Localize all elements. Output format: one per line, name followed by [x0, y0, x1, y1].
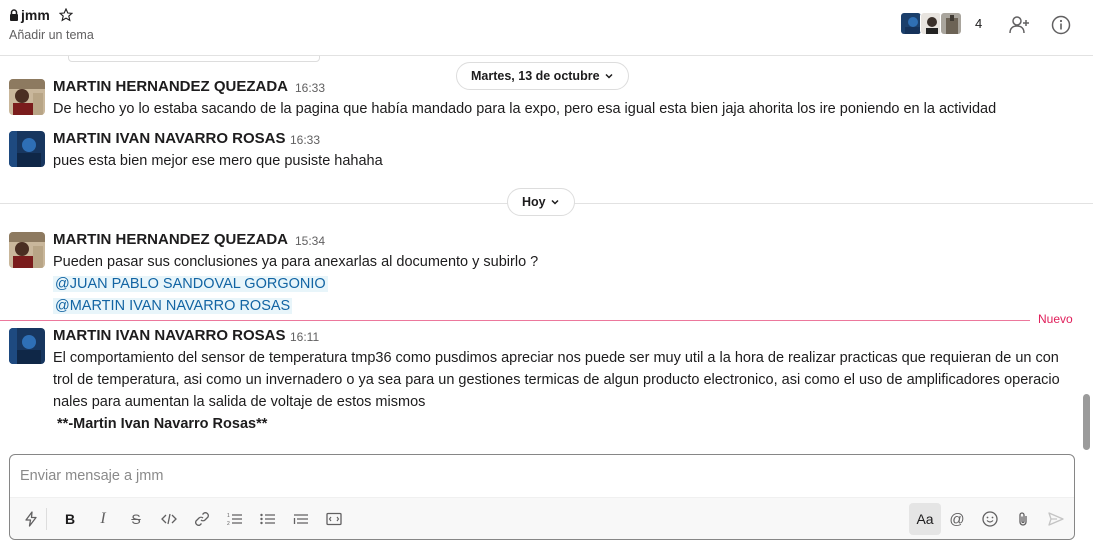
channel-header: jmm Añadir un tema 4	[0, 0, 1093, 56]
paperclip-icon[interactable]	[1010, 506, 1036, 532]
message-timestamp[interactable]: 16:33	[290, 133, 320, 147]
user-mention[interactable]: @JUAN PABLO SANDOVAL GORGONIO	[53, 276, 328, 292]
message-timestamp[interactable]: 16:33	[295, 81, 325, 95]
channel-name: jmm	[21, 7, 50, 23]
avatar[interactable]	[9, 328, 45, 364]
message-line: El comportamiento del sensor de temperat…	[53, 350, 1059, 366]
link-icon[interactable]	[189, 506, 215, 532]
bullet-list-icon[interactable]	[255, 506, 281, 532]
message-timestamp[interactable]: 16:11	[290, 330, 319, 344]
message-author[interactable]: MARTIN IVAN NAVARRO ROSAS	[53, 130, 286, 147]
message-line: nales para aumentan la salida de voltaje…	[53, 394, 426, 410]
avatar	[940, 12, 962, 35]
message-timestamp[interactable]: 15:34	[295, 234, 325, 248]
message-author[interactable]: MARTIN IVAN NAVARRO ROSAS	[53, 327, 286, 344]
message-author[interactable]: MARTIN HERNANDEZ QUEZADA	[53, 78, 288, 95]
message-body: El comportamiento del sensor de temperat…	[53, 347, 1078, 435]
avatar[interactable]	[9, 131, 45, 167]
message-item[interactable]: MARTIN IVAN NAVARRO ROSAS 16:33 pues est…	[0, 130, 1093, 175]
scrollbar-thumb[interactable]	[1083, 394, 1090, 450]
member-count[interactable]: 4	[975, 16, 982, 31]
lightning-icon[interactable]	[18, 506, 44, 532]
message-text: pues esta bien mejor ese mero que pusist…	[53, 153, 383, 169]
format-toolbar: B I S 12 Aa @	[10, 497, 1074, 539]
star-icon[interactable]	[58, 8, 75, 22]
info-icon[interactable]	[1049, 13, 1073, 37]
avatar	[920, 12, 942, 35]
message-line: trol de temperatura, asi como un inverna…	[53, 372, 1060, 388]
member-avatars[interactable]	[900, 12, 962, 35]
strikethrough-icon[interactable]: S	[123, 506, 149, 532]
send-icon[interactable]	[1043, 506, 1069, 532]
svg-text:1: 1	[227, 513, 230, 519]
message-composer[interactable]: B I S 12 Aa @	[9, 454, 1075, 540]
date-divider-button[interactable]: Hoy	[507, 188, 575, 216]
italic-icon[interactable]: I	[90, 506, 116, 532]
message-item[interactable]: MARTIN IVAN NAVARRO ROSAS 16:11 El compo…	[0, 327, 1093, 438]
code-block-icon[interactable]	[321, 506, 347, 532]
svg-text:2: 2	[227, 521, 230, 526]
user-mention[interactable]: @MARTIN IVAN NAVARRO ROSAS	[53, 298, 293, 314]
add-topic-link[interactable]: Añadir un tema	[9, 28, 94, 42]
new-messages-divider	[0, 320, 1030, 321]
date-label: Hoy	[522, 195, 546, 209]
message-author[interactable]: MARTIN HERNANDEZ QUEZADA	[53, 231, 288, 248]
ordered-list-icon[interactable]: 12	[222, 506, 248, 532]
message-text: De hecho yo lo estaba sacando de la pagi…	[53, 101, 997, 117]
message-item[interactable]: MARTIN HERNANDEZ QUEZADA 16:33 De hecho …	[0, 78, 1093, 123]
channel-title[interactable]: jmm	[9, 7, 75, 23]
avatar[interactable]	[9, 232, 45, 268]
new-messages-label: Nuevo	[1038, 312, 1073, 326]
previous-attachment	[68, 56, 320, 62]
formatting-toggle-button[interactable]: Aa	[909, 503, 941, 535]
message-list[interactable]: Martes, 13 de octubre MARTIN HERNANDEZ Q…	[0, 56, 1093, 451]
chevron-down-icon	[551, 199, 559, 205]
emoji-icon[interactable]	[977, 506, 1003, 532]
message-body: Pueden pasar sus conclusiones ya para an…	[53, 251, 1078, 317]
message-item[interactable]: MARTIN HERNANDEZ QUEZADA 15:34 Pueden pa…	[0, 231, 1093, 318]
code-icon[interactable]	[156, 506, 182, 532]
message-signature: **-Martin Ivan Navarro Rosas**	[53, 416, 268, 432]
message-text: Pueden pasar sus conclusiones ya para an…	[53, 254, 539, 270]
lock-icon	[10, 9, 18, 21]
add-member-icon[interactable]	[1008, 13, 1032, 37]
avatar	[900, 12, 922, 35]
at-icon[interactable]: @	[944, 506, 970, 532]
toolbar-divider	[46, 508, 47, 530]
avatar[interactable]	[9, 79, 45, 115]
bold-icon[interactable]: B	[57, 506, 83, 532]
blockquote-icon[interactable]	[288, 506, 314, 532]
message-input[interactable]	[20, 465, 1060, 487]
